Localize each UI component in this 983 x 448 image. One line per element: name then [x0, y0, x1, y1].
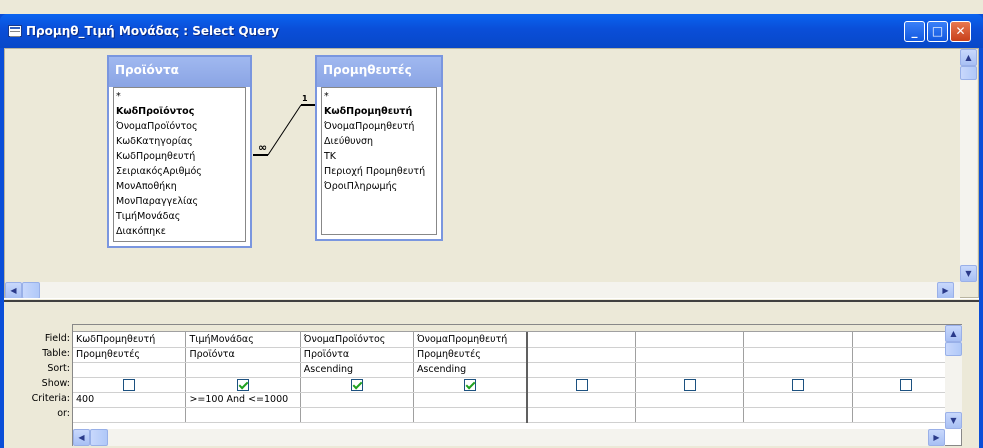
table-pane-vscroll[interactable]: ▲ ▼ [960, 49, 977, 282]
grid-row-table: Προμηθευτές Προϊόντα Προϊόντα Προμηθευτές [73, 347, 962, 363]
scroll-right-icon[interactable]: ▶ [937, 282, 954, 299]
close-button[interactable]: ✕ [950, 21, 971, 42]
row-label-table: Table: [42, 348, 70, 359]
grid-vscroll-thumb[interactable] [945, 342, 962, 356]
grid-cell-field[interactable] [527, 332, 637, 348]
grid-scroll-up-icon[interactable]: ▲ [945, 325, 962, 342]
grid-cell-show[interactable] [300, 377, 414, 393]
grid-cell-or[interactable] [300, 407, 414, 423]
grid-cell-table[interactable]: Προϊόντα [185, 347, 301, 363]
grid-cell-table[interactable]: Προμηθευτές [413, 347, 529, 363]
grid-cell-table[interactable] [527, 347, 637, 363]
show-checkbox[interactable] [900, 378, 913, 391]
table-pane-hscroll[interactable]: ◀ ▶ [5, 282, 960, 299]
column-selector-bar[interactable] [73, 325, 945, 332]
grid-cell-criteria[interactable] [527, 392, 637, 408]
grid-cell-show[interactable] [635, 377, 745, 393]
row-label-show: Show: [41, 378, 70, 389]
grid-cell-sort[interactable] [635, 362, 745, 378]
grid-row-labels: Field: Table: Sort: Show: Criteria: or: [4, 331, 70, 421]
grid-cell-or[interactable] [635, 407, 745, 423]
show-checkbox[interactable] [350, 378, 363, 391]
grid-table: ΚωδΠρομηθευτή ΤιμήΜονάδας ΌνομαΠροϊόντος Όν… [73, 332, 962, 423]
vscroll-thumb[interactable] [960, 66, 977, 80]
grid-cell-sort[interactable] [527, 362, 637, 378]
grid-cell-sort[interactable]: Ascending [300, 362, 414, 378]
grid-cell-show[interactable] [185, 377, 301, 393]
window-title: Προμηθ_Τιμή Μονάδας : Select Query [26, 24, 279, 38]
scroll-down-icon[interactable]: ▼ [960, 265, 977, 282]
row-label-sort: Sort: [47, 363, 70, 374]
grid-hscroll-thumb[interactable] [90, 429, 108, 446]
design-grid[interactable]: ΚωδΠρομηθευτή ΤιμήΜονάδας ΌνομαΠροϊόντος Όν… [72, 324, 962, 446]
grid-cell-field[interactable]: ΚωδΠρομηθευτή [73, 332, 187, 348]
grid-hscroll[interactable]: ◀ ▶ [73, 429, 945, 446]
grid-cell-sort[interactable] [743, 362, 853, 378]
grid-row-criteria: 400 >=100 And <=1000 [73, 392, 962, 408]
grid-scroll-down-icon[interactable]: ▼ [945, 412, 962, 429]
one-label: 1 [302, 94, 308, 103]
grid-row-show [73, 377, 962, 393]
grid-cell-table[interactable] [743, 347, 853, 363]
grid-cell-sort[interactable] [185, 362, 301, 378]
show-checkbox[interactable] [237, 378, 250, 391]
query-window: Προμηθ_Τιμή Μονάδας : Select Query _ □ ✕… [0, 14, 983, 448]
grid-cell-table[interactable]: Προϊόντα [300, 347, 414, 363]
grid-row-field: ΚωδΠρομηθευτή ΤιμήΜονάδας ΌνομαΠροϊόντος Όν… [73, 332, 962, 348]
row-label-criteria: Criteria: [31, 393, 70, 404]
show-checkbox[interactable] [464, 378, 477, 391]
grid-cell-field[interactable]: ΌνομαΠρομηθευτή [413, 332, 529, 348]
grid-scroll-right-icon[interactable]: ▶ [928, 429, 945, 446]
grid-row-or [73, 407, 962, 423]
grid-scroll-left-icon[interactable]: ◀ [73, 429, 90, 446]
row-label-field: Field: [44, 333, 70, 344]
grid-cell-or[interactable] [185, 407, 301, 423]
show-checkbox[interactable] [123, 378, 136, 391]
grid-cell-criteria[interactable] [743, 392, 853, 408]
grid-row-sort: Ascending Ascending [73, 362, 962, 378]
grid-cell-sort[interactable] [73, 362, 187, 378]
grid-cell-or[interactable] [73, 407, 187, 423]
design-grid-pane: Field: Table: Sort: Show: Criteria: or: … [4, 304, 979, 448]
grid-cell-show[interactable] [413, 377, 529, 393]
grid-cell-criteria[interactable]: 400 [73, 392, 187, 408]
grid-cell-field[interactable] [743, 332, 853, 348]
row-label-or: or: [57, 408, 70, 419]
grid-cell-sort[interactable]: Ascending [413, 362, 529, 378]
grid-cell-show[interactable] [743, 377, 853, 393]
grid-cell-table[interactable]: Προμηθευτές [73, 347, 187, 363]
table-pane[interactable]: Προϊόντα * ΚωδΠροϊόντος ΌνομαΠροϊόντος ΚωδΚ… [4, 48, 979, 299]
query-icon[interactable] [8, 25, 22, 37]
grid-vscroll[interactable]: ▲ ▼ [945, 325, 962, 429]
maximize-button[interactable]: □ [927, 21, 948, 42]
grid-cell-field[interactable]: ΤιμήΜονάδας [185, 332, 301, 348]
show-checkbox[interactable] [575, 378, 588, 391]
grid-cell-criteria[interactable] [413, 392, 529, 408]
scroll-left-icon[interactable]: ◀ [5, 282, 22, 299]
scroll-up-icon[interactable]: ▲ [960, 49, 977, 66]
grid-cell-or[interactable] [527, 407, 637, 423]
grid-cell-show[interactable] [73, 377, 187, 393]
grid-cell-or[interactable] [743, 407, 853, 423]
many-label: ∞ [258, 141, 267, 154]
show-checkbox[interactable] [683, 378, 696, 391]
minimize-button[interactable]: _ [904, 21, 925, 42]
grid-cell-table[interactable] [635, 347, 745, 363]
grid-cell-criteria[interactable] [300, 392, 414, 408]
hscroll-thumb[interactable] [22, 282, 40, 299]
grid-cell-criteria[interactable]: >=100 And <=1000 [185, 392, 301, 408]
grid-cell-field[interactable]: ΌνομαΠροϊόντος [300, 332, 414, 348]
grid-cell-field[interactable] [635, 332, 745, 348]
grid-cell-criteria[interactable] [635, 392, 745, 408]
window-client-area: Προϊόντα * ΚωδΠροϊόντος ΌνομαΠροϊόντος ΚωδΚ… [4, 48, 979, 448]
show-checkbox[interactable] [792, 378, 804, 391]
grid-cell-or[interactable] [413, 407, 529, 423]
title-bar[interactable]: Προμηθ_Τιμή Μονάδας : Select Query _ □ ✕ [0, 14, 983, 48]
pane-splitter[interactable] [4, 298, 979, 302]
grid-cell-show[interactable] [527, 377, 637, 393]
relationship-line: ∞ 1 [253, 94, 315, 156]
